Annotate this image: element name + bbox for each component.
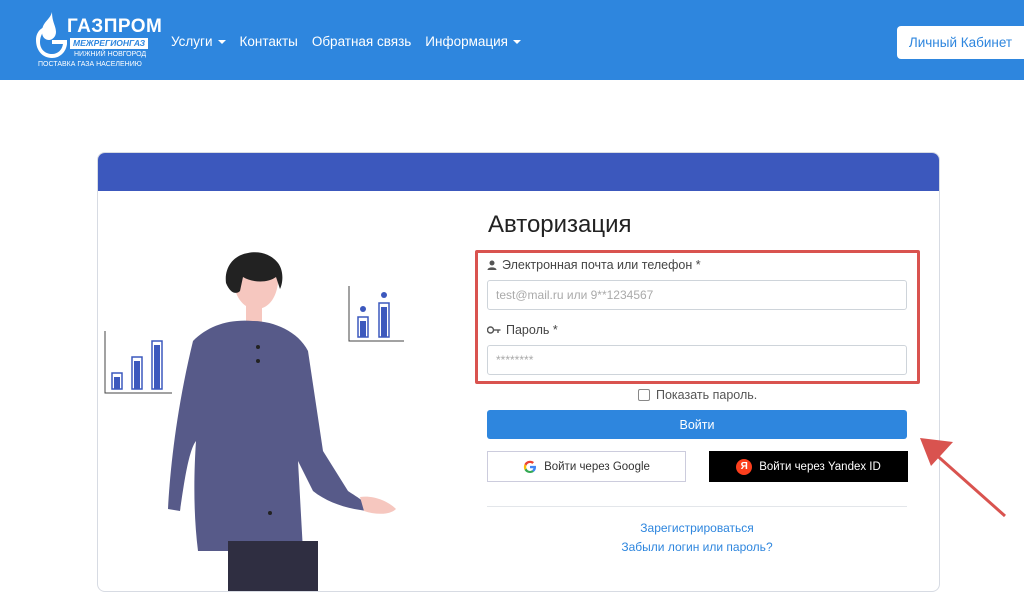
chevron-down-icon xyxy=(512,39,521,44)
password-label: Пароль * xyxy=(487,323,558,337)
logo-title: ГАЗПРОМ xyxy=(67,16,163,37)
show-password-label: Показать пароль. xyxy=(656,388,758,402)
yandex-icon: Я xyxy=(736,458,753,475)
yandex-login-label: Войти через Yandex ID xyxy=(759,460,881,473)
nav-item-feedback[interactable]: Обратная связь xyxy=(312,34,411,49)
email-field[interactable]: test@mail.ru или 9**1234567 xyxy=(487,280,907,310)
user-icon xyxy=(487,260,497,270)
nav-item-label: Информация xyxy=(425,34,508,49)
logo-subtitle: МЕЖРЕГИОНГАЗ xyxy=(70,38,149,49)
google-login-label: Войти через Google xyxy=(544,460,650,473)
forgot-password-link[interactable]: Забыли логин или пароль? xyxy=(487,540,907,554)
email-label-text: Электронная почта или телефон * xyxy=(502,258,701,272)
yandex-login-button[interactable]: Я Войти через Yandex ID xyxy=(709,451,908,482)
google-icon xyxy=(523,460,537,473)
form-overlay: Электронная почта или телефон * test@mai… xyxy=(97,152,940,592)
gazprom-logo[interactable]: ГАЗПРОМ МЕЖРЕГИОНГАЗ НИЖНИЙ НОВГОРОД ПОС… xyxy=(30,6,162,70)
logo-tagline: ПОСТАВКА ГАЗА НАСЕЛЕНИЮ xyxy=(38,61,142,68)
annotation-arrow-icon xyxy=(920,438,1006,518)
personal-cabinet-button[interactable]: Личный Кабинет xyxy=(897,26,1024,59)
nav-item-label: Обратная связь xyxy=(311,34,412,49)
main-nav: Услуги Контакты Обратная связь Информаци… xyxy=(171,34,535,49)
register-link[interactable]: Зарегистрироваться xyxy=(487,521,907,535)
nav-item-services[interactable]: Услуги xyxy=(171,34,226,49)
nav-item-label: Контакты xyxy=(239,34,298,49)
logo-city: НИЖНИЙ НОВГОРОД xyxy=(74,51,147,58)
nav-item-information[interactable]: Информация xyxy=(425,34,521,49)
chevron-down-icon xyxy=(217,39,226,44)
divider xyxy=(487,506,907,507)
key-icon xyxy=(487,326,501,334)
top-navbar: ГАЗПРОМ МЕЖРЕГИОНГАЗ НИЖНИЙ НОВГОРОД ПОС… xyxy=(0,0,1024,80)
show-password-checkbox[interactable] xyxy=(638,389,650,401)
nav-item-label: Услуги xyxy=(171,34,213,49)
show-password-toggle[interactable]: Показать пароль. xyxy=(638,388,757,402)
email-label: Электронная почта или телефон * xyxy=(487,258,701,272)
gazprom-flame-icon xyxy=(36,12,67,58)
nav-item-contacts[interactable]: Контакты xyxy=(240,34,298,49)
login-button[interactable]: Войти xyxy=(487,410,907,439)
password-label-text: Пароль * xyxy=(506,323,558,337)
google-login-button[interactable]: Войти через Google xyxy=(487,451,686,482)
password-field[interactable]: ******** xyxy=(487,345,907,375)
